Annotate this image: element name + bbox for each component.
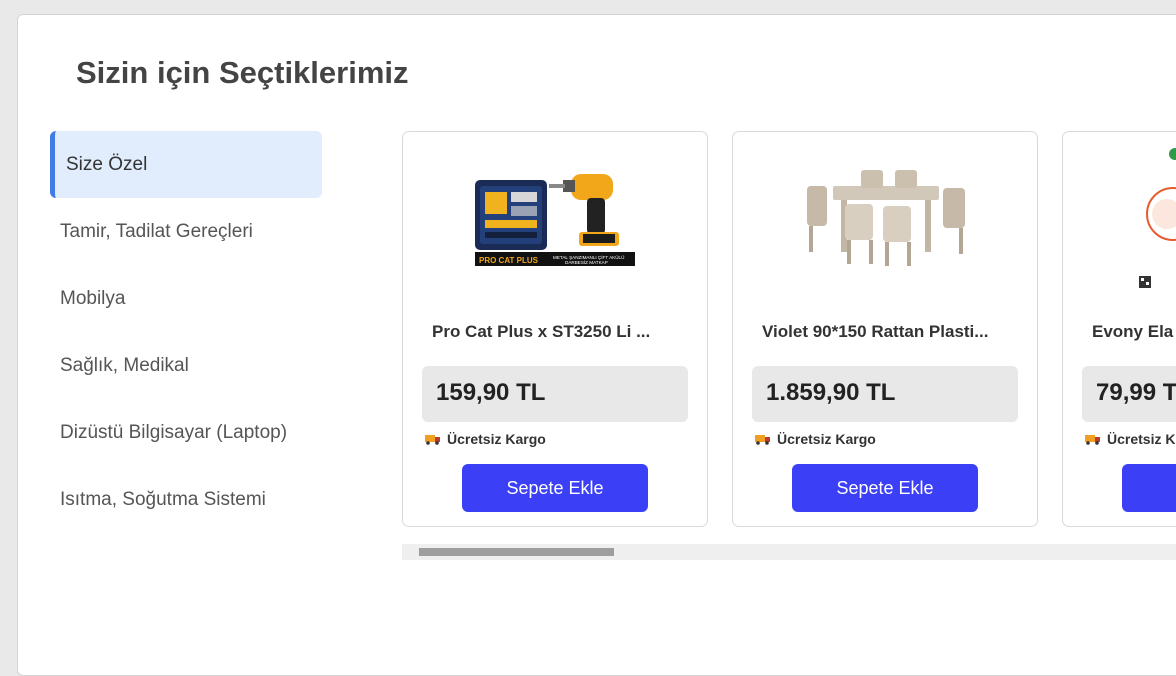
truck-icon: [755, 435, 770, 445]
free-shipping-label: Ücretsiz K: [1085, 431, 1175, 447]
product-price: 159,90 TL: [436, 379, 546, 406]
truck-icon: [425, 435, 440, 445]
product-box-image[interactable]: [1063, 144, 1176, 294]
add-to-cart-button[interactable]: Sepete Ekle: [462, 464, 648, 512]
recommendations-panel: Sizin için Seçtiklerimiz Size Özel Tamir…: [17, 14, 1176, 676]
add-to-cart-button[interactable]: S: [1122, 464, 1176, 512]
image-brand-text: PRO CAT PLUS: [479, 256, 539, 265]
price-box: 79,99 T: [1082, 366, 1176, 422]
sidebar-item-label: Tamir, Tadilat Gereçleri: [60, 221, 253, 242]
price-box: 1.859,90 TL: [752, 366, 1018, 422]
carousel-scrollbar[interactable]: [402, 544, 1176, 560]
sidebar-item-size-ozel[interactable]: Size Özel: [50, 131, 322, 198]
product-carousel: PRO CAT PLUS METAL ŞANZIMANLI ÇİFT AKÜLÜ…: [402, 131, 1176, 531]
shipping-text: Ücretsiz Kargo: [447, 431, 546, 447]
scrollbar-thumb[interactable]: [419, 548, 614, 556]
sidebar-item-label: Isıtma, Soğutma Sistemi: [60, 489, 266, 510]
page-title: Sizin için Seçtiklerimiz: [76, 55, 409, 90]
product-price: 1.859,90 TL: [766, 379, 896, 406]
shipping-text: Ücretsiz K: [1107, 431, 1176, 447]
rattan-dining-set-image[interactable]: [733, 144, 1037, 294]
sidebar-item-tamir-tadilat[interactable]: Tamir, Tadilat Gereçleri: [50, 198, 322, 265]
image-caption-text: DARBESİZ MATKAP: [565, 259, 608, 265]
add-to-cart-button[interactable]: Sepete Ekle: [792, 464, 978, 512]
shipping-text: Ücretsiz Kargo: [777, 431, 876, 447]
product-card[interactable]: Evony Ela 79,99 T Ücretsiz K S: [1062, 131, 1176, 527]
sidebar-item-label: Mobilya: [60, 288, 126, 309]
product-name[interactable]: Violet 90*150 Rattan Plasti...: [762, 322, 1002, 342]
product-card[interactable]: Violet 90*150 Rattan Plasti... 1.859,90 …: [732, 131, 1038, 527]
price-box: 159,90 TL: [422, 366, 688, 422]
sidebar-item-label: Dizüstü Bilgisayar (Laptop): [60, 422, 288, 443]
product-card[interactable]: PRO CAT PLUS METAL ŞANZIMANLI ÇİFT AKÜLÜ…: [402, 131, 708, 527]
sidebar-item-saglik-medikal[interactable]: Sağlık, Medikal: [50, 332, 322, 399]
cordless-drill-kit-image[interactable]: PRO CAT PLUS METAL ŞANZIMANLI ÇİFT AKÜLÜ…: [403, 144, 707, 294]
free-shipping-label: Ücretsiz Kargo: [755, 431, 876, 447]
sidebar-item-dizustu-bilgisayar[interactable]: Dizüstü Bilgisayar (Laptop): [50, 399, 322, 466]
truck-icon: [1085, 435, 1100, 445]
product-name[interactable]: Evony Ela: [1092, 322, 1176, 342]
free-shipping-label: Ücretsiz Kargo: [425, 431, 546, 447]
category-sidebar: Size Özel Tamir, Tadilat Gereçleri Mobil…: [50, 131, 322, 533]
sidebar-item-isitma-sogutma[interactable]: Isıtma, Soğutma Sistemi: [50, 466, 322, 533]
sidebar-item-label: Sağlık, Medikal: [60, 355, 189, 376]
sidebar-item-mobilya[interactable]: Mobilya: [50, 265, 322, 332]
product-name[interactable]: Pro Cat Plus x ST3250 Li ...: [432, 322, 672, 342]
product-price: 79,99 T: [1096, 379, 1176, 406]
sidebar-item-label: Size Özel: [66, 154, 148, 175]
